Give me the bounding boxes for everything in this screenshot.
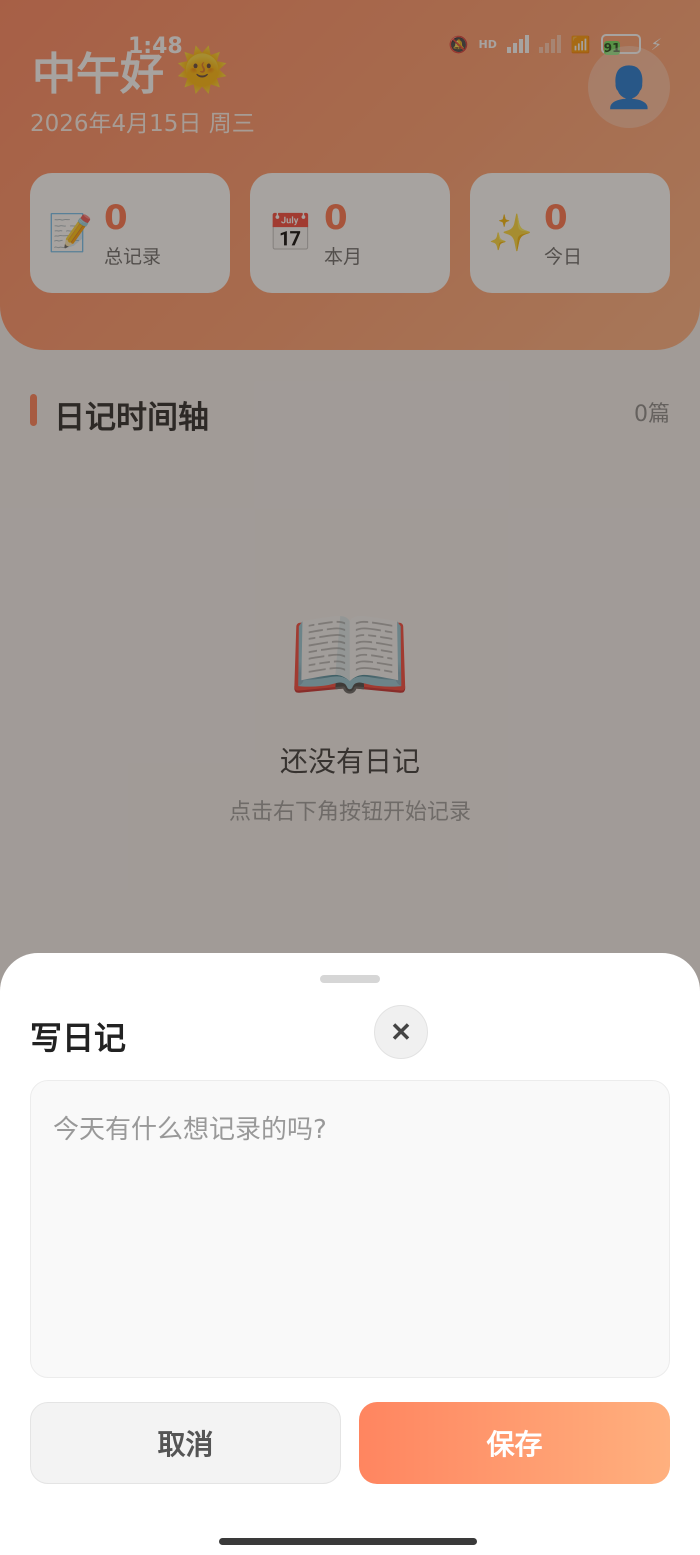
- close-icon: ✕: [390, 1016, 412, 1047]
- diary-content-input[interactable]: [30, 1080, 670, 1378]
- close-button[interactable]: ✕: [374, 1005, 428, 1059]
- write-diary-sheet: 写日记 ✕ 取消 保存: [0, 953, 700, 1555]
- cancel-button[interactable]: 取消: [30, 1402, 341, 1484]
- home-indicator[interactable]: [219, 1538, 477, 1545]
- sheet-title: 写日记: [30, 1019, 127, 1057]
- save-button[interactable]: 保存: [359, 1402, 670, 1484]
- sheet-drag-handle[interactable]: [320, 975, 380, 983]
